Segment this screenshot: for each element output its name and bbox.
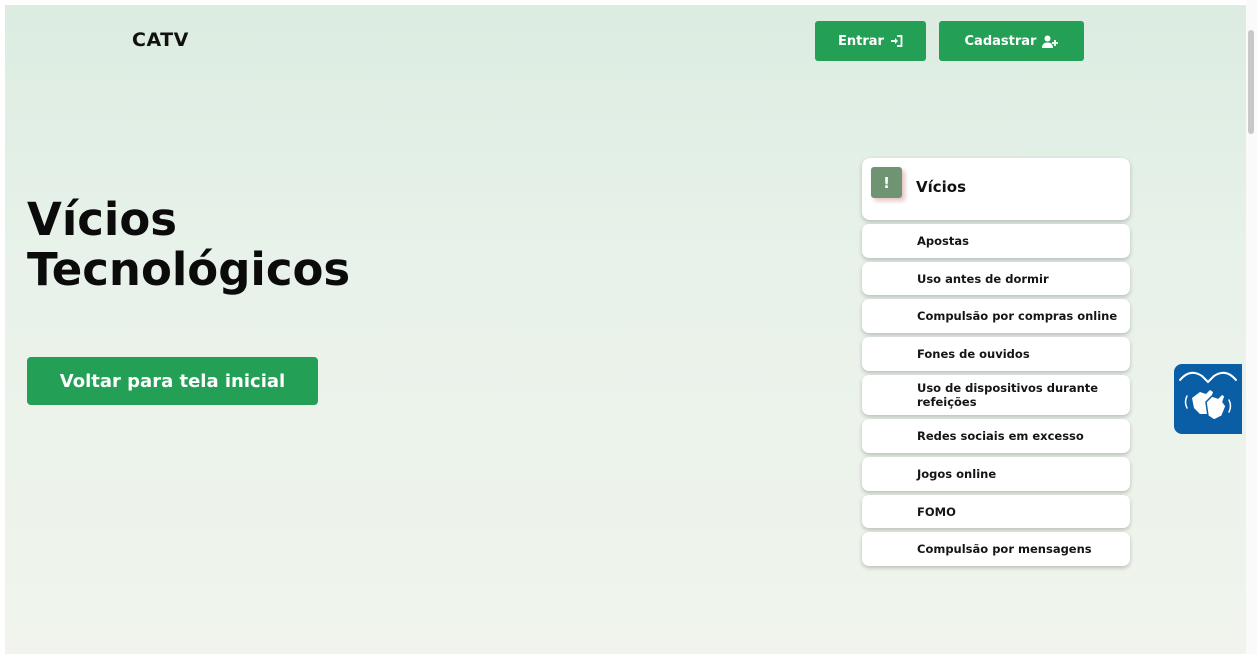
- menu-item-dispositivos-refeicoes[interactable]: Uso de dispositivos durante refeições: [862, 375, 1130, 415]
- page-title-line-2: Tecnológicos: [27, 243, 351, 296]
- menu-item-apostas[interactable]: Apostas: [862, 224, 1130, 258]
- back-to-home-button[interactable]: Voltar para tela inicial: [27, 357, 318, 405]
- menu-item-fones-de-ouvidos[interactable]: Fones de ouvidos: [862, 337, 1130, 371]
- menu-item-compras-online[interactable]: Compulsão por compras online: [862, 299, 1130, 333]
- menu-item-compulsao-mensagens[interactable]: Compulsão por mensagens: [862, 532, 1130, 566]
- register-button[interactable]: Cadastrar: [939, 21, 1084, 61]
- exclamation-icon: !: [871, 167, 902, 198]
- menu-item-jogos-online[interactable]: Jogos online: [862, 457, 1130, 491]
- site-logo[interactable]: CATV: [132, 29, 189, 51]
- user-plus-icon: [1042, 35, 1059, 48]
- sign-language-hands-icon: [1174, 371, 1242, 438]
- scrollbar-thumb[interactable]: [1248, 30, 1254, 134]
- menu-item-redes-sociais[interactable]: Redes sociais em excesso: [862, 419, 1130, 453]
- menu-item-uso-antes-de-dormir[interactable]: Uso antes de dormir: [862, 262, 1130, 295]
- register-button-label: Cadastrar: [964, 33, 1037, 49]
- vicios-menu-title: Vícios: [916, 178, 967, 196]
- sign-in-icon: [890, 35, 903, 47]
- login-button-label: Entrar: [838, 33, 884, 49]
- login-button[interactable]: Entrar: [815, 21, 926, 61]
- page-title-line-1: Vícios: [27, 193, 178, 246]
- menu-item-fomo[interactable]: FOMO: [862, 495, 1130, 528]
- page-title: Vícios Tecnológicos: [27, 195, 350, 295]
- vlibras-accessibility-button[interactable]: [1174, 364, 1242, 434]
- vicios-menu-header: ! Vícios: [862, 158, 1130, 220]
